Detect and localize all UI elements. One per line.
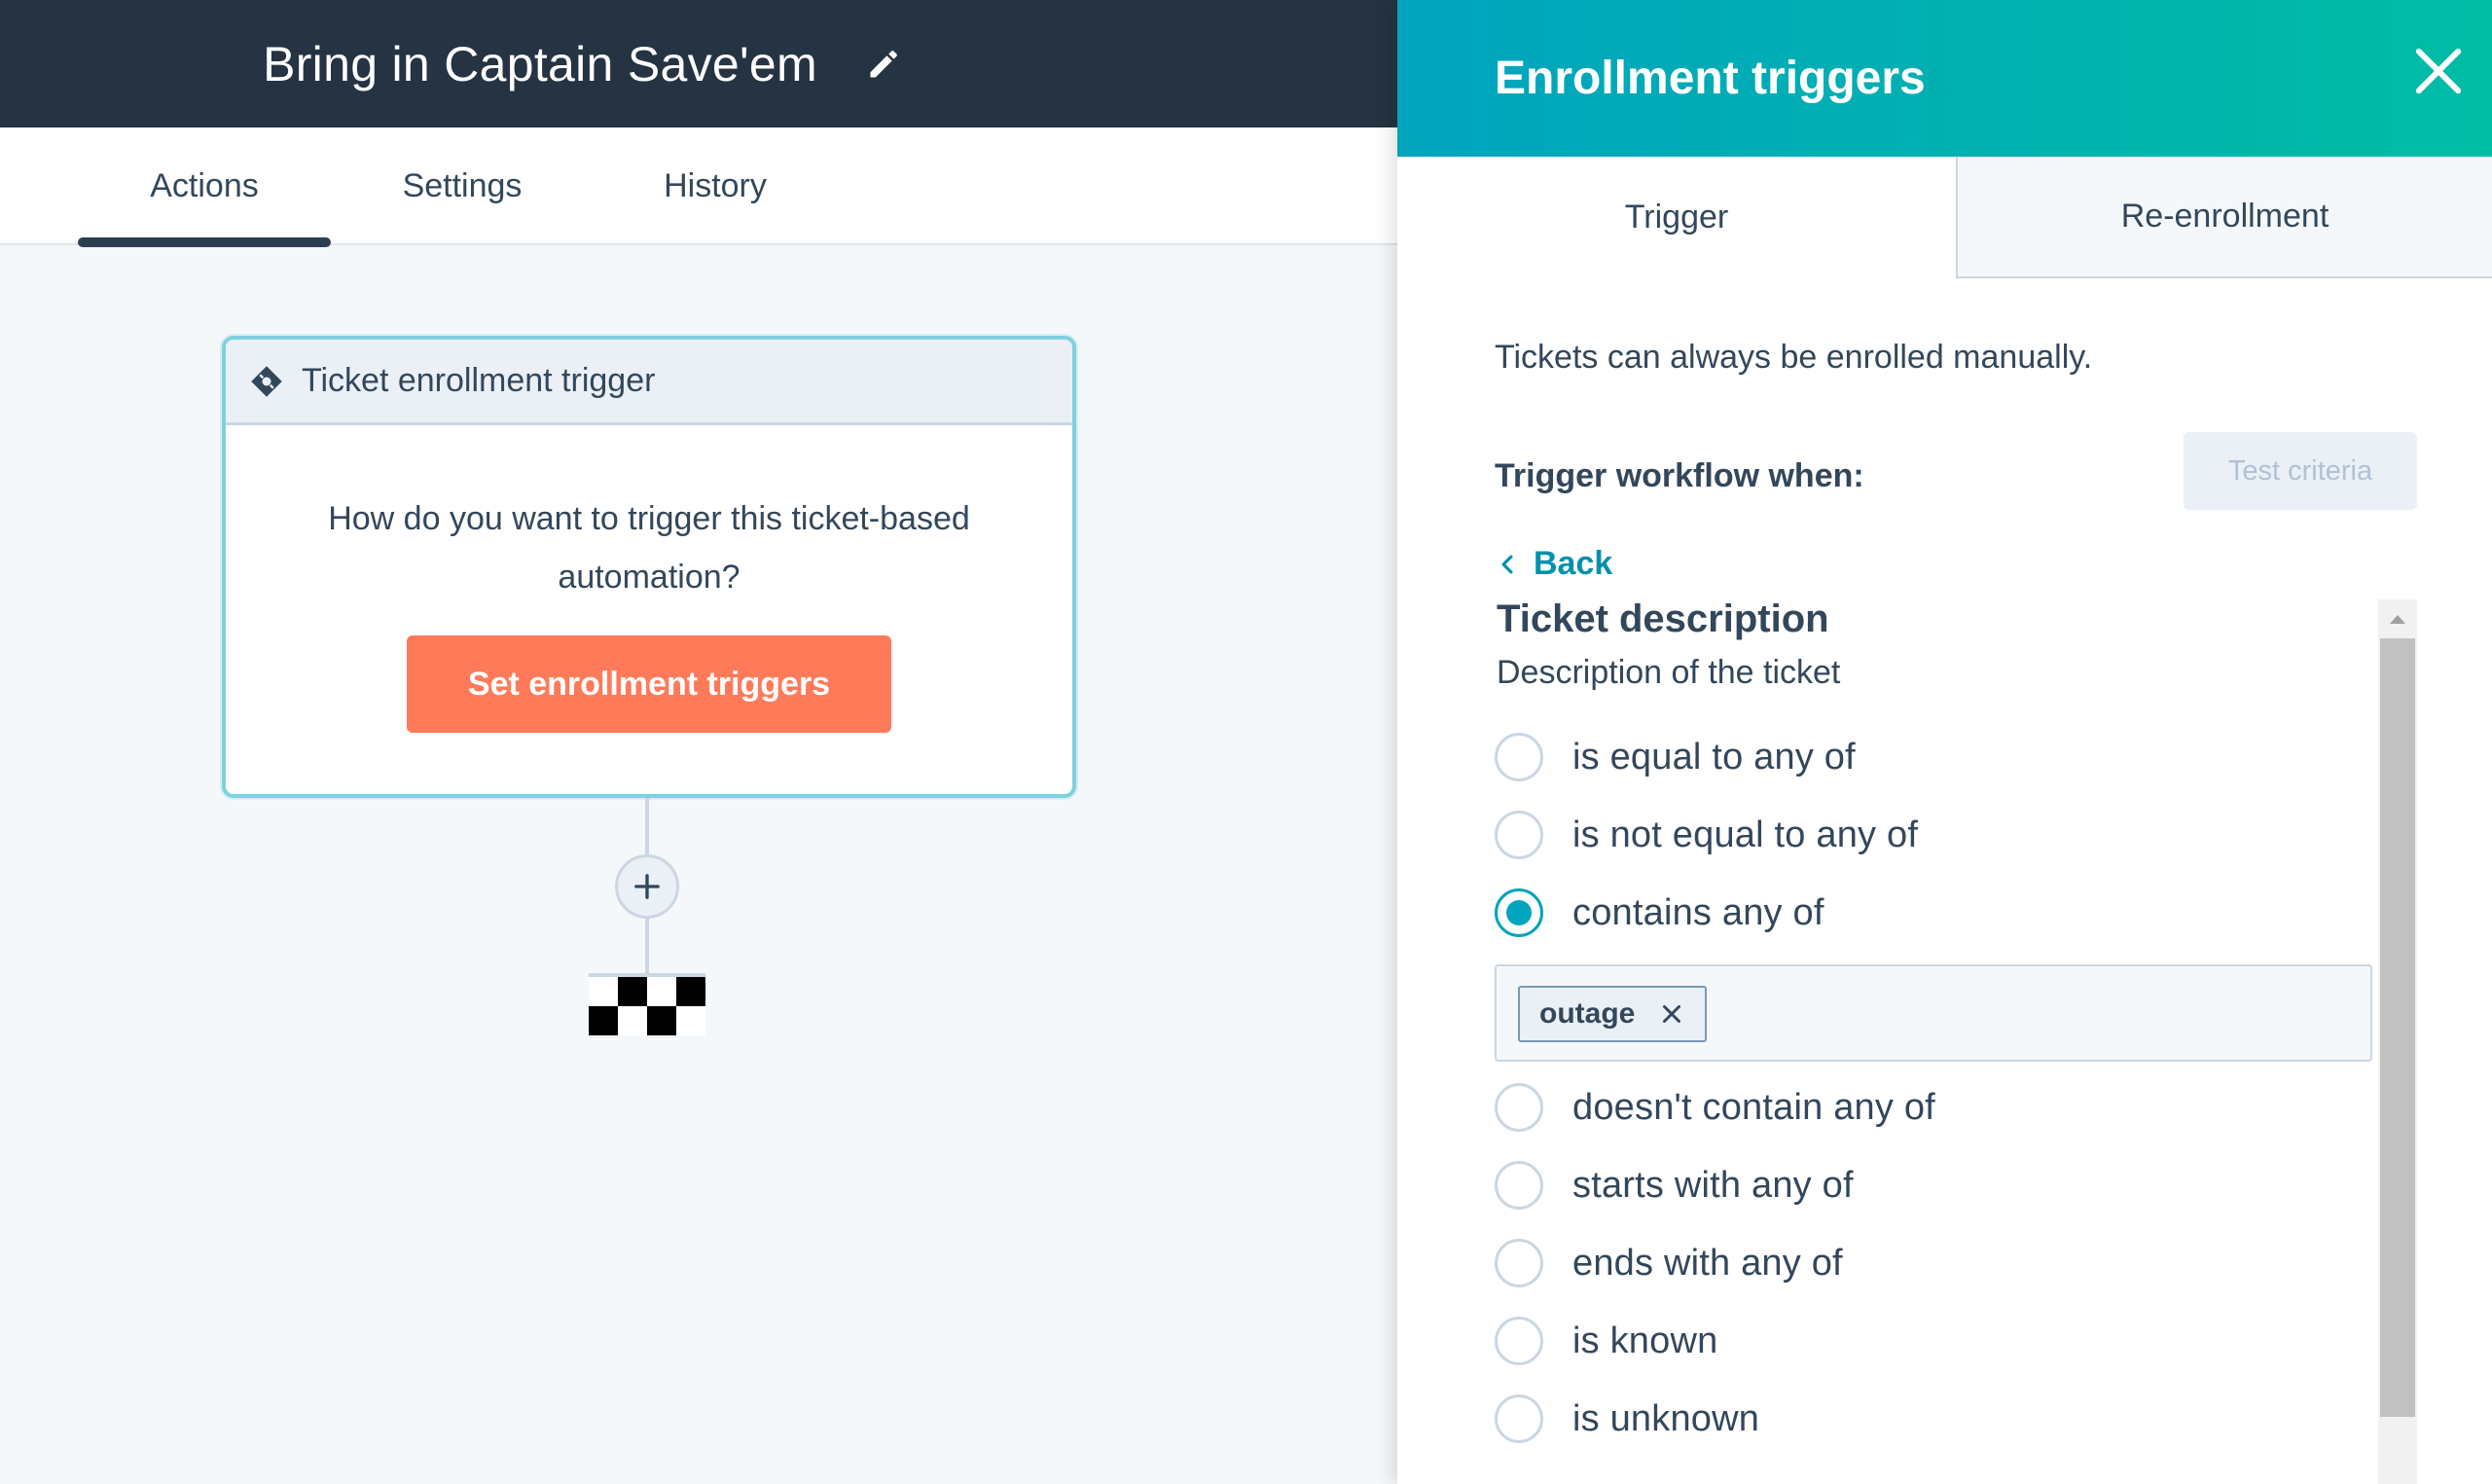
- option-is-not-equal-to-any-of[interactable]: is not equal to any of: [1495, 806, 1918, 864]
- tab-history[interactable]: History: [589, 127, 842, 245]
- option-label: contains any of: [1572, 891, 1824, 933]
- chevron-left-icon: [1501, 555, 1513, 573]
- option-label: is not equal to any of: [1572, 814, 1919, 855]
- panel-tabs: Trigger Re-enrollment: [1397, 157, 2492, 278]
- option-label: ends with any of: [1572, 1242, 1843, 1284]
- close-panel-button[interactable]: [2412, 45, 2465, 97]
- trigger-when-label: Trigger workflow when:: [1495, 457, 1864, 494]
- radio-button[interactable]: [1495, 811, 1543, 859]
- trigger-card-header: Ticket enrollment trigger: [226, 340, 1072, 425]
- option-label: is known: [1572, 1320, 1718, 1361]
- edit-pencil-icon[interactable]: [866, 47, 901, 82]
- enrollment-trigger-card[interactable]: Ticket enrollment trigger How do you wan…: [222, 336, 1076, 798]
- tab-settings-label: Settings: [402, 167, 523, 204]
- property-description: Description of the ticket: [1497, 654, 1841, 691]
- panel-header: Enrollment triggers: [1397, 0, 2492, 157]
- radio-button[interactable]: [1495, 1317, 1543, 1365]
- workflow-header: Bring in Captain Save'em: [0, 0, 1397, 127]
- tab-actions-label: Actions: [150, 167, 259, 204]
- option-starts-with-any-of[interactable]: starts with any of: [1495, 1156, 1854, 1214]
- option-is-equal-to-any-of[interactable]: is equal to any of: [1495, 728, 1856, 786]
- remove-tag-icon[interactable]: [1660, 1002, 1683, 1026]
- panel-scrollbar[interactable]: [2378, 599, 2417, 1484]
- back-link-label: Back: [1534, 545, 1613, 582]
- plus-icon: [634, 874, 660, 899]
- radio-button[interactable]: [1495, 1394, 1543, 1443]
- option-label: is unknown: [1572, 1397, 1760, 1439]
- back-link[interactable]: Back: [1499, 545, 1612, 583]
- panel-title: Enrollment triggers: [1495, 53, 1926, 104]
- tab-trigger[interactable]: Trigger: [1397, 157, 1956, 278]
- workflow-end-flag: [589, 973, 705, 1035]
- radio-button[interactable]: [1495, 733, 1543, 781]
- option-is-known[interactable]: is known: [1495, 1312, 1717, 1370]
- option-is-unknown[interactable]: is unknown: [1495, 1390, 1759, 1448]
- trigger-card-body: How do you want to trigger this ticket-b…: [226, 425, 1072, 733]
- radio-button[interactable]: [1495, 1161, 1543, 1210]
- tab-history-label: History: [664, 167, 767, 204]
- tab-re-enrollment[interactable]: Re-enrollment: [1956, 157, 2492, 278]
- option-doesnt-contain-any-of[interactable]: doesn't contain any of: [1495, 1078, 1935, 1137]
- scrollbar-thumb[interactable]: [2380, 638, 2415, 1417]
- workflow-tabbar: Actions Settings History: [0, 127, 1397, 247]
- enrollment-triggers-panel: Enrollment triggers Trigger Re-enrollmen…: [1397, 0, 2492, 1484]
- value-tag-label: outage: [1539, 997, 1636, 1030]
- ticket-icon: [249, 364, 284, 399]
- tab-re-enrollment-label: Re-enrollment: [2120, 198, 2329, 235]
- radio-button-selected[interactable]: [1495, 888, 1543, 937]
- option-ends-with-any-of[interactable]: ends with any of: [1495, 1234, 1843, 1292]
- tab-settings[interactable]: Settings: [336, 127, 589, 245]
- trigger-question: How do you want to trigger this ticket-b…: [328, 500, 970, 596]
- add-action-button[interactable]: [615, 854, 679, 919]
- set-enrollment-triggers-button[interactable]: Set enrollment triggers: [407, 635, 891, 733]
- radio-button[interactable]: [1495, 1083, 1543, 1132]
- manual-enrollment-note: Tickets can always be enrolled manually.: [1495, 339, 2093, 376]
- test-criteria-button[interactable]: Test criteria: [2184, 432, 2417, 510]
- tab-actions[interactable]: Actions: [78, 127, 331, 247]
- property-title: Ticket description: [1497, 597, 1829, 640]
- radio-button[interactable]: [1495, 1239, 1543, 1287]
- option-label: is equal to any of: [1572, 736, 1856, 778]
- option-label: starts with any of: [1572, 1164, 1854, 1206]
- value-tag: outage: [1518, 986, 1707, 1042]
- option-label: doesn't contain any of: [1572, 1086, 1935, 1128]
- workflow-title-wrap: Bring in Captain Save'em: [263, 36, 901, 92]
- values-input[interactable]: outage: [1495, 964, 2372, 1062]
- tab-trigger-label: Trigger: [1624, 199, 1729, 235]
- close-icon: [2415, 48, 2462, 94]
- option-contains-any-of[interactable]: contains any of: [1495, 884, 1824, 942]
- workflow-title[interactable]: Bring in Captain Save'em: [263, 36, 817, 92]
- trigger-card-title: Ticket enrollment trigger: [302, 362, 656, 399]
- scroll-up-arrow-icon[interactable]: [2378, 599, 2417, 638]
- workflow-editor: Bring in Captain Save'em Actions Setting…: [0, 0, 1397, 1484]
